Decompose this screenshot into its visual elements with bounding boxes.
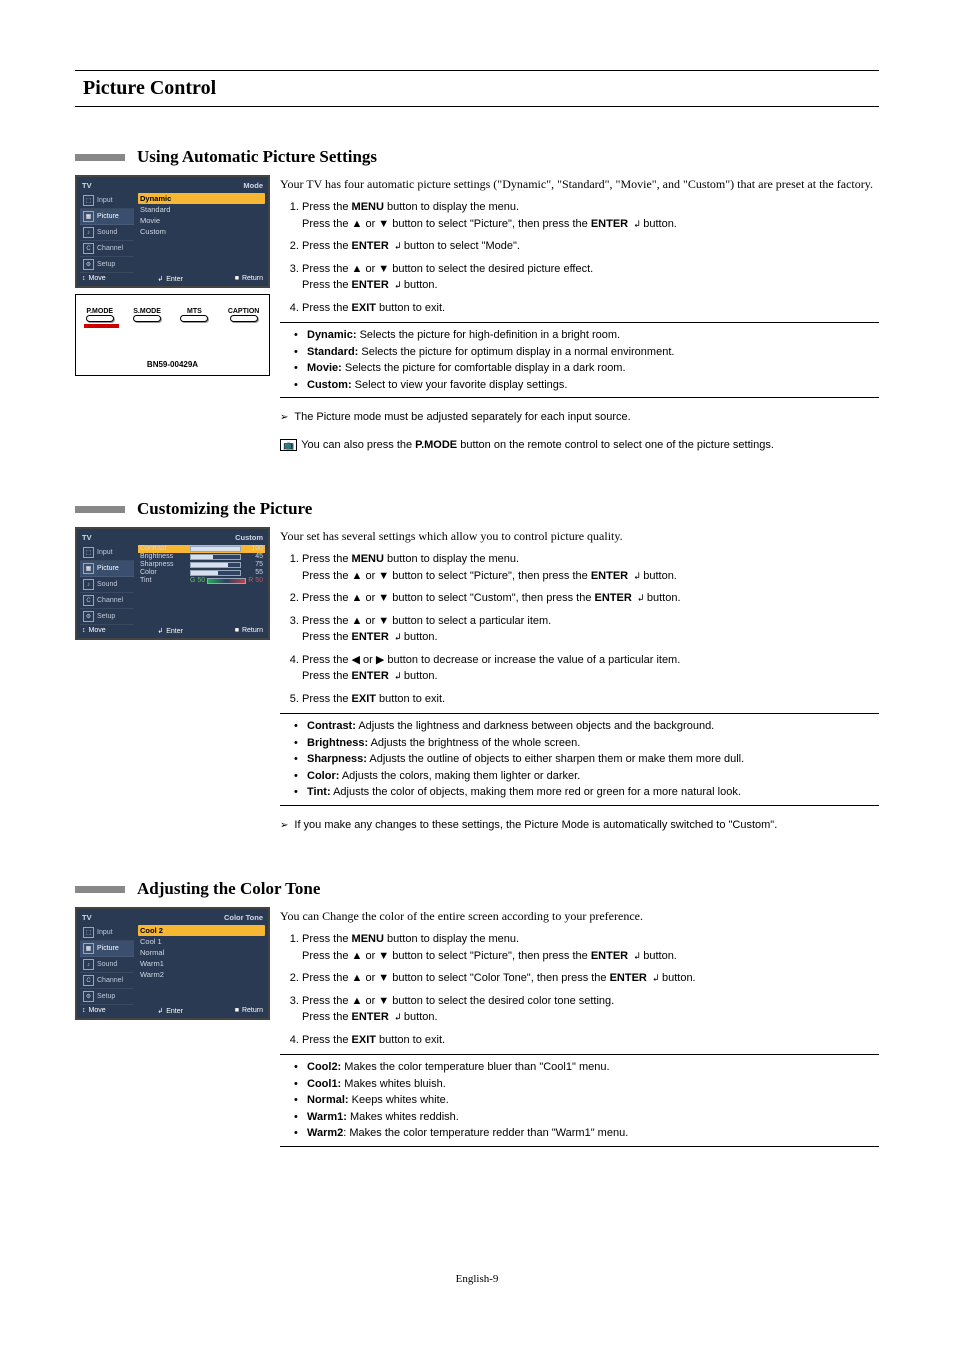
enter-icon [632, 593, 644, 604]
picture-icon: ▦ [83, 211, 94, 222]
section-title: Customizing the Picture [137, 499, 312, 519]
steps-list: Press the MENU button to display the men… [280, 551, 879, 707]
remote-icon [280, 439, 301, 451]
channel-icon: C [83, 243, 94, 254]
step: Press the EXIT button to exit. [302, 691, 879, 708]
channel-icon: C [83, 595, 94, 606]
sound-icon: ♪ [83, 579, 94, 590]
remote-callout: P.MODE S.MODE MTS CAPTION BN59-00429A [75, 294, 270, 376]
osd-tv-label: TV [82, 181, 92, 190]
btn-pmode-label: P.MODE [86, 308, 113, 315]
osd-item-custom: Custom [138, 226, 265, 237]
section-intro: You can Change the color of the entire s… [280, 907, 879, 925]
btn-caption-label: CAPTION [228, 308, 260, 315]
osd-content: Dynamic Standard Movie Custom [134, 193, 265, 273]
osd-foot-move: Move [82, 275, 106, 283]
enter-icon [389, 671, 401, 682]
section-customizing: Customizing the Picture TV Custom ⬚Input… [75, 499, 879, 844]
osd-mode-panel: TV Mode ⬚Input ▦Picture ♪Sound CChannel … [75, 175, 270, 288]
enter-icon [389, 241, 401, 252]
step: Press the ▲ or ▼ button to select "Color… [302, 970, 879, 987]
step: Press the ▲ or ▼ button to select the de… [302, 993, 879, 1026]
step: Press the ▲ or ▼ button to select a part… [302, 613, 879, 646]
picture-icon: ▦ [83, 563, 94, 574]
osd-tv-label: TV [82, 533, 92, 542]
section-intro: Your set has several settings which allo… [280, 527, 879, 545]
arrow-note: If you make any changes to these setting… [280, 817, 879, 834]
graphics-column: TV Mode ⬚Input ▦Picture ♪Sound CChannel … [75, 175, 270, 376]
osd-foot-enter: Enter [157, 275, 183, 283]
btn-mts-label: MTS [187, 308, 202, 315]
slider-label: Contrast [140, 545, 188, 552]
enter-icon [389, 632, 401, 643]
note-line: Movie: Selects the picture for comfortab… [294, 360, 879, 377]
osd-item-movie: Movie [138, 215, 265, 226]
picture-icon: ▦ [83, 943, 94, 954]
osd-item-standard: Standard [138, 204, 265, 215]
enter-icon [389, 280, 401, 291]
section-color-tone: Adjusting the Color Tone TV Color Tone ⬚… [75, 879, 879, 1153]
osd-foot-return: Return [235, 275, 263, 283]
section-title: Using Automatic Picture Settings [137, 147, 377, 167]
steps-list: Press the MENU button to display the men… [280, 199, 879, 316]
btn-caption[interactable] [230, 315, 258, 322]
setup-icon: ⚙ [83, 611, 94, 622]
osd-badge: Color Tone [224, 913, 263, 922]
enter-icon [647, 973, 659, 984]
section-header: Using Automatic Picture Settings [75, 147, 879, 167]
input-icon: ⬚ [83, 927, 94, 938]
step: Press the ENTER button to select "Mode". [302, 238, 879, 255]
steps-list: Press the MENU button to display the men… [280, 931, 879, 1048]
enter-icon [628, 951, 640, 962]
osd-item-dynamic: Dynamic [138, 193, 265, 204]
step: Press the ◀ or ▶ button to decrease or i… [302, 652, 879, 685]
osd-color-tone-panel: TV Color Tone ⬚Input ▦Picture ♪Sound CCh… [75, 907, 270, 1020]
setup-icon: ⚙ [83, 991, 94, 1002]
step: Press the ▲ or ▼ button to select the de… [302, 261, 879, 294]
sound-icon: ♪ [83, 959, 94, 970]
channel-icon: C [83, 975, 94, 986]
sound-icon: ♪ [83, 227, 94, 238]
enter-icon [389, 1012, 401, 1023]
step: Press the EXIT button to exit. [302, 1032, 879, 1049]
slider-value: 100 [243, 545, 263, 552]
step: Press the MENU button to display the men… [302, 931, 879, 964]
remote-note: You can also press the P.MODE button on … [280, 437, 879, 454]
osd-sidebar: ⬚Input ▦Picture ♪Sound CChannel ⚙Setup [80, 193, 134, 273]
btn-pmode[interactable] [86, 315, 114, 322]
step: Press the ▲ or ▼ button to select "Custo… [302, 590, 879, 607]
step: Press the MENU button to display the men… [302, 199, 879, 232]
input-icon: ⬚ [83, 547, 94, 558]
section-intro: Your TV has four automatic picture setti… [280, 175, 879, 193]
btn-mts[interactable] [180, 315, 208, 322]
note-block: Contrast: Adjusts the lightness and dark… [280, 713, 879, 806]
note-line: Dynamic: Selects the picture for high-de… [294, 327, 879, 344]
arrow-note: The Picture mode must be adjusted separa… [280, 409, 879, 426]
osd-custom-panel: TV Custom ⬚Input ▦Picture ♪Sound CChanne… [75, 527, 270, 640]
btn-smode-label: S.MODE [133, 308, 161, 315]
osd-badge: Mode [243, 181, 263, 190]
enter-icon [628, 571, 640, 582]
osd-badge: Custom [235, 533, 263, 542]
note-block: Cool2: Makes the color temperature bluer… [280, 1054, 879, 1147]
note-line: Custom: Select to view your favorite dis… [294, 377, 879, 394]
btn-smode[interactable] [133, 315, 161, 322]
text-column: Your TV has four automatic picture setti… [280, 175, 879, 464]
remote-model: BN59-00429A [76, 360, 269, 369]
page-title: Picture Control [83, 77, 216, 99]
note-line: Standard: Selects the picture for optimu… [294, 344, 879, 361]
section-title: Adjusting the Color Tone [137, 879, 320, 899]
page-footer: English-9 [75, 1273, 879, 1285]
note-block: Dynamic: Selects the picture for high-de… [280, 322, 879, 398]
osd-tv-label: TV [82, 913, 92, 922]
section-auto-picture: Using Automatic Picture Settings TV Mode… [75, 147, 879, 464]
step: Press the MENU button to display the men… [302, 551, 879, 584]
page-title-frame: Picture Control [75, 70, 879, 107]
enter-icon [628, 219, 640, 230]
input-icon: ⬚ [83, 195, 94, 206]
step: Press the EXIT button to exit. [302, 300, 879, 317]
setup-icon: ⚙ [83, 259, 94, 270]
